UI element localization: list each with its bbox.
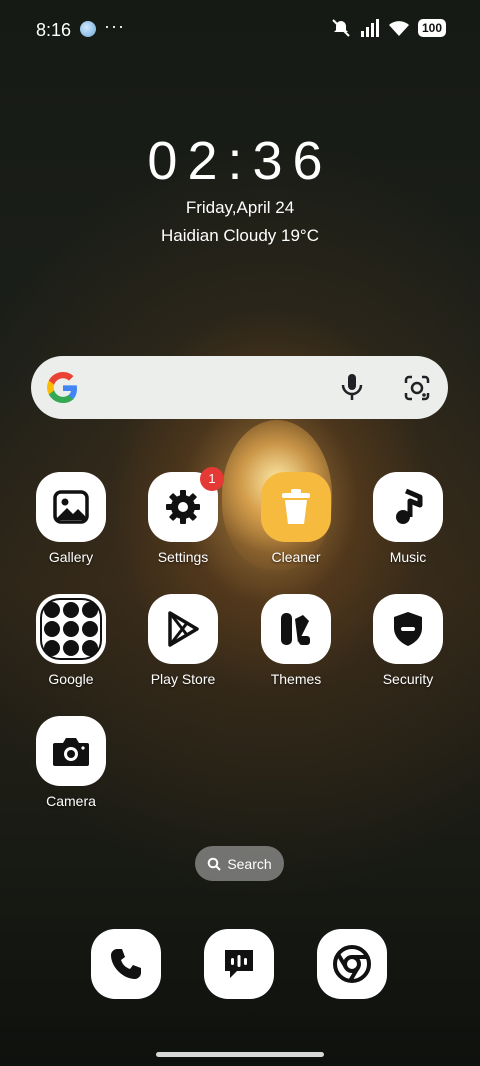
- shield-icon: [373, 594, 443, 664]
- wifi-icon: [388, 21, 409, 36]
- status-bar: 8:16 ··· 100: [0, 0, 480, 60]
- status-time: 8:16: [36, 20, 72, 40]
- trash-icon: [261, 472, 331, 542]
- battery-indicator: 100: [417, 19, 446, 37]
- app-search-button[interactable]: Search: [195, 846, 284, 881]
- folder-icon: [36, 594, 106, 664]
- microphone-icon[interactable]: [339, 372, 365, 402]
- app-label: Google: [48, 671, 94, 687]
- app-label: Settings: [157, 549, 209, 565]
- gear-icon: 1: [148, 467, 224, 542]
- globe-icon: [80, 21, 96, 37]
- messages-icon: [225, 950, 253, 978]
- dock-phone[interactable]: [91, 929, 161, 999]
- phone-icon: [111, 949, 141, 979]
- app-music[interactable]: Music: [358, 472, 458, 565]
- chrome-icon: [333, 945, 371, 983]
- app-label: Play Store: [150, 671, 216, 687]
- weather-info[interactable]: Haidian Cloudy 19°C: [0, 226, 480, 246]
- mute-vibrate-icon: [332, 19, 350, 37]
- status-icons: 100: [330, 18, 446, 38]
- dock-chrome[interactable]: [317, 929, 387, 999]
- google-logo-icon: [47, 372, 77, 403]
- home-indicator[interactable]: [156, 1052, 324, 1057]
- google-lens-icon[interactable]: [403, 374, 431, 402]
- app-search-label: Search: [227, 855, 272, 872]
- app-play-store[interactable]: Play Store: [133, 594, 233, 687]
- dock-messages[interactable]: [204, 929, 274, 999]
- app-google-folder[interactable]: Google: [21, 594, 121, 687]
- google-search-widget[interactable]: [31, 356, 448, 419]
- gallery-icon: [36, 472, 106, 542]
- clock-date[interactable]: Friday,April 24: [0, 198, 480, 218]
- app-themes[interactable]: Themes: [246, 594, 346, 687]
- app-camera[interactable]: Camera: [21, 716, 121, 809]
- app-label: Themes: [270, 671, 322, 687]
- search-icon: [208, 857, 222, 871]
- app-label: Security: [382, 671, 434, 687]
- app-settings[interactable]: 1 Settings: [133, 467, 233, 565]
- app-label: Gallery: [48, 549, 94, 565]
- more-notifications-icon: ···: [104, 16, 125, 36]
- app-cleaner[interactable]: Cleaner: [246, 472, 346, 565]
- app-label: Cleaner: [271, 549, 321, 565]
- music-note-icon: [373, 472, 443, 542]
- notification-badge: 1: [200, 467, 224, 491]
- camera-icon: [36, 716, 106, 786]
- app-gallery[interactable]: Gallery: [21, 472, 121, 565]
- app-security[interactable]: Security: [358, 594, 458, 687]
- play-store-icon: [148, 594, 218, 664]
- themes-icon: [261, 594, 331, 664]
- clock-time[interactable]: 02:36: [0, 130, 480, 192]
- signal-icon: [360, 19, 379, 37]
- app-label: Music: [389, 549, 427, 565]
- app-label: Camera: [46, 793, 96, 809]
